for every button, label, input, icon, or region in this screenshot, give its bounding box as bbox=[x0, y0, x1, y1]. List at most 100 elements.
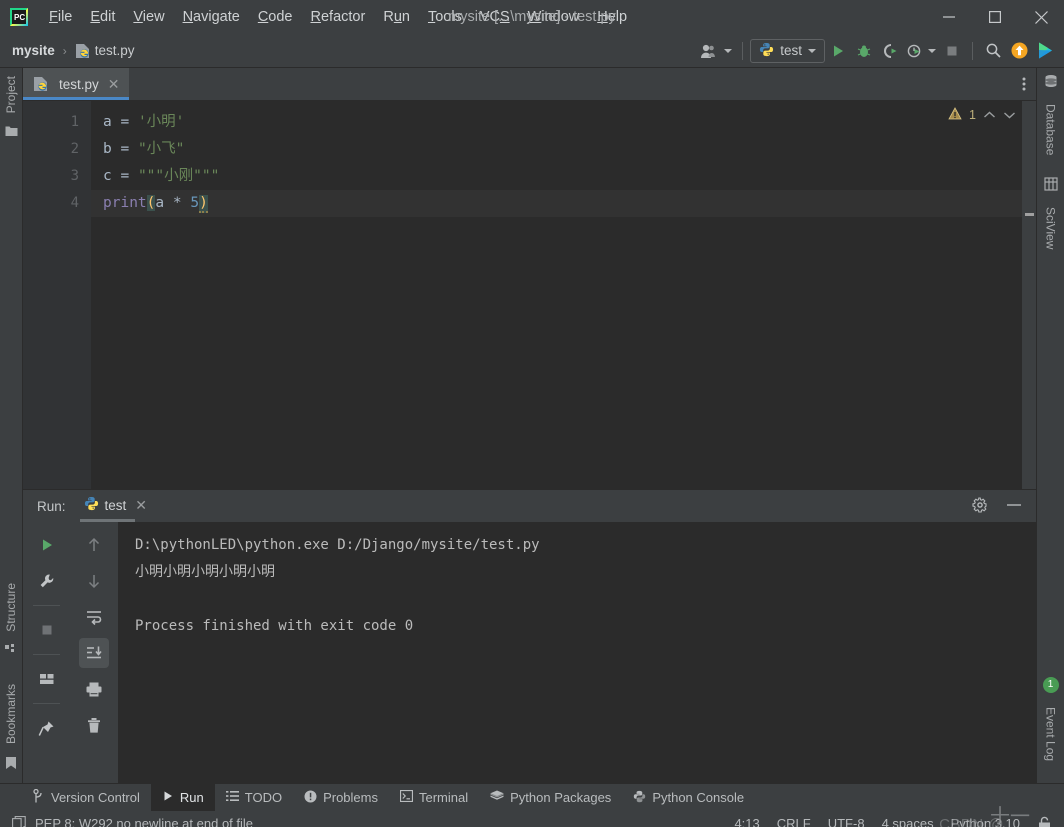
menu-tools[interactable]: Tools bbox=[419, 6, 471, 28]
warning-count: 1 bbox=[969, 108, 976, 122]
profile-button[interactable] bbox=[903, 38, 939, 64]
code-editor[interactable]: 1 2 3 4 a = '小明' b = "小飞" c = """小刚""" p… bbox=[23, 100, 1036, 489]
breadcrumb-project[interactable]: mysite bbox=[12, 43, 55, 58]
layout-icon[interactable] bbox=[32, 664, 62, 694]
sidebar-item-sciview[interactable]: SciView bbox=[1044, 199, 1058, 257]
stop-icon[interactable] bbox=[32, 615, 62, 645]
bottom-tab-problems[interactable]: Problems bbox=[293, 784, 389, 811]
menu-bar[interactable]: FFileile Edit View Navigate Code Refacto… bbox=[40, 6, 636, 28]
bottom-tab-version-control[interactable]: Version Control bbox=[22, 784, 151, 811]
menu-vcs[interactable]: VCS bbox=[471, 6, 519, 28]
event-log-label: Event Log bbox=[1043, 706, 1058, 761]
code-token: a bbox=[155, 195, 173, 211]
console-line: Process finished with exit code 0 bbox=[135, 618, 414, 634]
sciview-icon bbox=[1043, 177, 1058, 194]
menu-code[interactable]: Code bbox=[249, 6, 302, 28]
tab-test-py[interactable]: test.py ✕ bbox=[23, 68, 129, 100]
next-problem-icon[interactable] bbox=[1003, 108, 1016, 123]
menu-edit[interactable]: Edit bbox=[81, 6, 124, 28]
bookmark-icon bbox=[5, 756, 17, 773]
sidebar-item-event-log[interactable]: Event Log bbox=[1044, 699, 1058, 769]
tab-label: test.py bbox=[59, 76, 99, 92]
run-header-label: Run: bbox=[37, 498, 66, 514]
sidebar-item-bookmarks[interactable]: Bookmarks bbox=[4, 676, 18, 752]
trash-icon[interactable] bbox=[79, 710, 109, 740]
menu-run[interactable]: Run bbox=[374, 6, 419, 28]
file-encoding[interactable]: UTF-8 bbox=[828, 816, 865, 827]
maximize-button[interactable] bbox=[972, 0, 1018, 34]
gear-icon[interactable] bbox=[972, 496, 988, 516]
console-output[interactable]: D:\pythonLED\python.exe D:/Django/mysite… bbox=[119, 522, 1036, 783]
bottom-tab-python-console[interactable]: Python Console bbox=[622, 784, 755, 811]
wrench-settings-icon[interactable] bbox=[32, 566, 62, 596]
menu-window[interactable]: Window bbox=[519, 6, 589, 28]
run-tool-window: Run: test ✕ D:\pythonLED\python.exe D:/D… bbox=[23, 489, 1036, 783]
bottom-tab-terminal[interactable]: Terminal bbox=[389, 784, 479, 811]
pin-icon[interactable] bbox=[32, 713, 62, 743]
project-label: Project bbox=[4, 76, 18, 114]
menu-refactor[interactable]: Refactor bbox=[302, 6, 375, 28]
warning-triangle-icon bbox=[948, 107, 962, 123]
print-icon[interactable] bbox=[79, 674, 109, 704]
indent-setting[interactable]: 4 spaces bbox=[882, 816, 934, 827]
lock-icon[interactable] bbox=[1037, 816, 1052, 827]
console-line: D:\pythonLED\python.exe D:/Django/mysite… bbox=[135, 537, 540, 553]
menu-navigate[interactable]: Navigate bbox=[174, 6, 249, 28]
rerun-icon[interactable] bbox=[32, 530, 62, 560]
bottom-tab-run[interactable]: Run bbox=[150, 784, 215, 811]
line-number-gutter: 1 2 3 4 bbox=[23, 101, 91, 489]
debug-button[interactable] bbox=[851, 38, 877, 64]
menu-help[interactable]: Help bbox=[588, 6, 636, 28]
update-project-icon[interactable] bbox=[1006, 38, 1032, 64]
run-configuration-selector[interactable]: test bbox=[750, 38, 825, 63]
code-token: '小明' bbox=[137, 114, 185, 130]
run-with-coverage-button[interactable] bbox=[877, 38, 903, 64]
user-account-button[interactable] bbox=[697, 38, 735, 64]
breadcrumb-file[interactable]: test.py bbox=[75, 43, 135, 59]
structure-icon bbox=[4, 643, 18, 660]
sidebar-item-database[interactable]: Database bbox=[1044, 96, 1058, 163]
sidebar-item-project[interactable]: Project bbox=[4, 68, 18, 121]
window-controls bbox=[926, 0, 1064, 34]
up-arrow-icon[interactable] bbox=[79, 530, 109, 560]
line-separator[interactable]: CRLF bbox=[777, 816, 811, 827]
minimize-button[interactable] bbox=[926, 0, 972, 34]
code-line-1[interactable]: a = '小明' bbox=[91, 109, 1036, 136]
code-token: 5 bbox=[190, 195, 200, 211]
lightbulb-icon[interactable] bbox=[107, 167, 230, 210]
search-icon[interactable] bbox=[980, 38, 1006, 64]
code-token: "小飞" bbox=[137, 141, 185, 157]
run-button[interactable] bbox=[825, 38, 851, 64]
scroll-to-end-icon[interactable] bbox=[79, 638, 109, 668]
close-icon[interactable]: ✕ bbox=[135, 497, 147, 514]
inspection-copy-icon[interactable] bbox=[12, 816, 26, 827]
ide-assistant-icon[interactable] bbox=[1032, 38, 1058, 64]
bottom-tab-label: Version Control bbox=[51, 790, 140, 805]
more-options-icon[interactable] bbox=[1022, 76, 1026, 92]
stop-button[interactable] bbox=[939, 38, 965, 64]
minimize-icon[interactable] bbox=[994, 499, 1022, 514]
error-stripe-scrollbar[interactable] bbox=[1022, 101, 1036, 489]
menu-view[interactable]: View bbox=[124, 6, 173, 28]
menu-file[interactable]: FFileile bbox=[40, 6, 81, 28]
close-button[interactable] bbox=[1018, 0, 1064, 34]
packages-icon bbox=[490, 790, 504, 806]
inspection-widget[interactable]: 1 bbox=[948, 107, 1016, 123]
bottom-tab-python-packages[interactable]: Python Packages bbox=[479, 784, 622, 811]
soft-wrap-icon[interactable] bbox=[79, 602, 109, 632]
sidebar-item-structure[interactable]: Structure bbox=[4, 575, 18, 640]
terminal-icon bbox=[399, 789, 414, 805]
bottom-tab-todo[interactable]: TODO bbox=[215, 784, 293, 811]
line-number: 4 bbox=[70, 195, 79, 211]
structure-label: Structure bbox=[4, 583, 18, 632]
code-line-2[interactable]: b = "小飞" bbox=[91, 136, 1036, 163]
run-tab-test[interactable]: test ✕ bbox=[79, 496, 147, 522]
caret-position[interactable]: 4:13 bbox=[734, 816, 759, 827]
code-text-area[interactable]: a = '小明' b = "小飞" c = """小刚""" print(a *… bbox=[91, 101, 1036, 489]
down-arrow-icon[interactable] bbox=[79, 566, 109, 596]
database-icon bbox=[1044, 74, 1058, 91]
close-icon[interactable]: ✕ bbox=[108, 76, 120, 93]
code-line-4[interactable]: print(a * 5) bbox=[91, 190, 1036, 217]
previous-problem-icon[interactable] bbox=[983, 108, 996, 123]
code-line-3[interactable]: c = """小刚""" bbox=[91, 163, 1036, 210]
